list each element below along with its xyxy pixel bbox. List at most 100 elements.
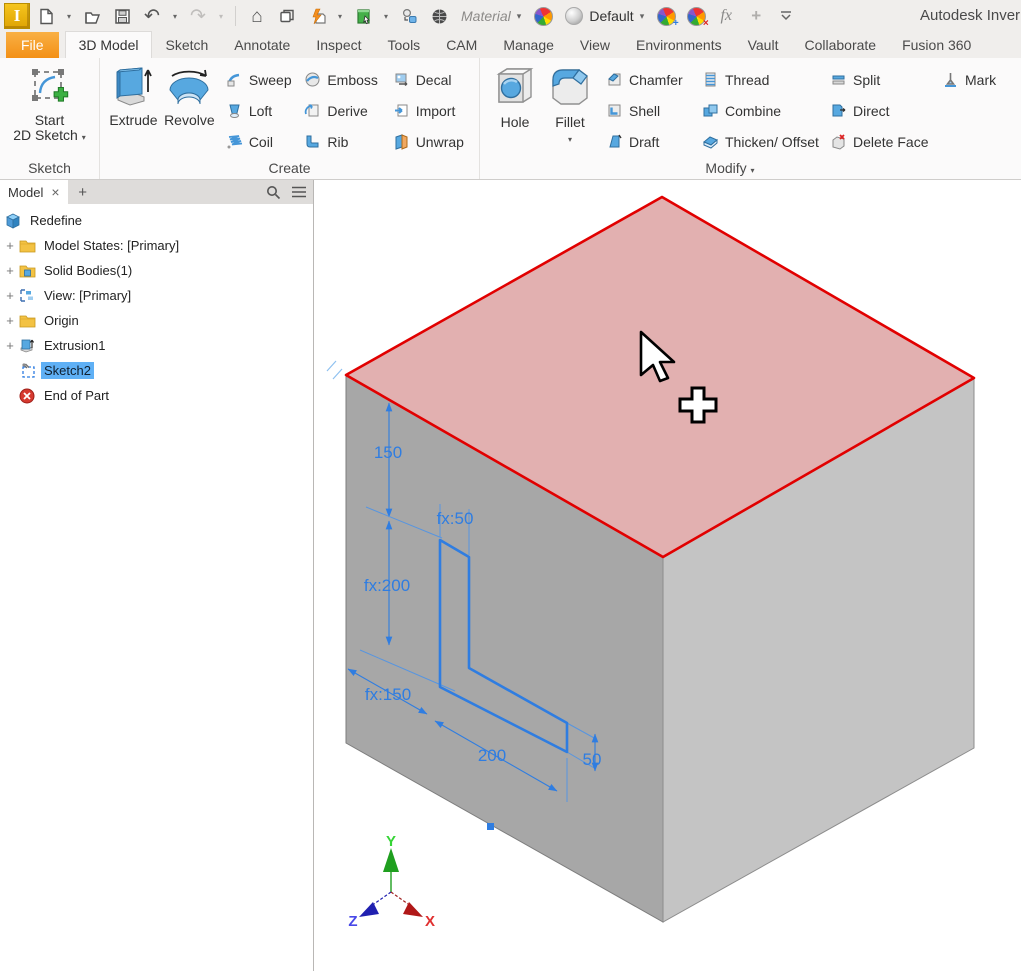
update-icon[interactable] [349, 3, 377, 29]
tab-3d-model[interactable]: 3D Model [65, 31, 153, 58]
windows-pages-icon[interactable] [273, 3, 301, 29]
extrude-button[interactable]: Extrude [106, 58, 161, 157]
fillet-button[interactable]: Fillet ▾ [542, 58, 598, 157]
direct-button[interactable]: Direct [830, 95, 942, 126]
dim-label-fx200[interactable]: fx:200 [364, 576, 410, 595]
loft-button[interactable]: Loft [226, 95, 301, 126]
lightning-caret-icon[interactable]: ▾ [333, 3, 347, 29]
dim-label-200[interactable]: 200 [478, 746, 506, 765]
tab-manage[interactable]: Manage [490, 32, 567, 58]
associate-icon[interactable] [395, 3, 423, 29]
dim-label-fx150[interactable]: fx:150 [365, 685, 411, 704]
expand-plus-icon[interactable]: + [2, 338, 18, 353]
tree-item-label: Solid Bodies(1) [41, 262, 135, 279]
browser-menu-icon[interactable] [291, 186, 307, 198]
tree-item-view-primary[interactable]: + View: [Primary] [0, 283, 313, 308]
new-file-caret-icon[interactable]: ▾ [62, 3, 76, 29]
appearance-dropdown[interactable]: Default ▾ [559, 3, 650, 29]
expand-plus-icon[interactable]: + [2, 288, 18, 303]
rib-button[interactable]: Rib [304, 126, 388, 157]
browser-search-icon[interactable] [266, 185, 281, 200]
tab-inspect[interactable]: Inspect [303, 32, 374, 58]
tab-sketch[interactable]: Sketch [152, 32, 221, 58]
tab-tools[interactable]: Tools [375, 32, 434, 58]
browser-tab-model[interactable]: Model × [0, 180, 68, 204]
emboss-button[interactable]: Emboss [304, 64, 388, 95]
expand-plus-icon[interactable]: + [2, 238, 18, 253]
tree-item-end-of-part[interactable]: End of Part [0, 383, 313, 408]
derive-label: Derive [327, 103, 367, 119]
browser-add-tab-icon[interactable]: + [68, 184, 98, 201]
tab-file[interactable]: File [6, 32, 59, 58]
tree-item-sketch2[interactable]: Sketch2 [0, 358, 313, 383]
adjust-add-icon[interactable]: + [652, 3, 680, 29]
appearance-value: Default [589, 8, 633, 24]
tab-annotate[interactable]: Annotate [221, 32, 303, 58]
viewport-3d[interactable]: 150 fx:200 fx:150 200 50 fx:50 [314, 180, 1021, 971]
undo-caret-icon[interactable]: ▾ [168, 3, 182, 29]
combine-button[interactable]: Combine [702, 95, 830, 126]
parameters-fx-icon[interactable]: fx [712, 3, 740, 29]
tab-environments[interactable]: Environments [623, 32, 735, 58]
tree-item-model-states[interactable]: + Model States: [Primary] [0, 233, 313, 258]
new-file-icon[interactable] [32, 3, 60, 29]
tab-view[interactable]: View [567, 32, 623, 58]
customize-toolbar-icon[interactable] [772, 3, 800, 29]
tree-item-label: Model States: [Primary] [41, 237, 182, 254]
draft-button[interactable]: Draft [606, 126, 702, 157]
thread-button[interactable]: Thread [702, 64, 830, 95]
home-icon[interactable]: ⌂ [243, 3, 271, 29]
inventor-logo[interactable]: I [4, 3, 30, 29]
material-dropdown[interactable]: Material ▾ [455, 3, 527, 29]
browser-tab-label: Model [8, 185, 43, 200]
tree-item-redefine[interactable]: Redefine [0, 208, 313, 233]
unwrap-button[interactable]: Unwrap [393, 126, 479, 157]
tree-item-solid-bodies[interactable]: + Solid Bodies(1) [0, 258, 313, 283]
sweep-label: Sweep [249, 72, 292, 88]
open-icon[interactable] [78, 3, 106, 29]
color-wheel-icon[interactable] [529, 3, 557, 29]
shell-button[interactable]: Shell [606, 95, 702, 126]
chamfer-button[interactable]: Chamfer [606, 64, 702, 95]
browser-tab-close-icon[interactable]: × [51, 184, 59, 200]
mark-button[interactable]: Mark [942, 64, 1012, 95]
expand-plus-icon[interactable]: + [2, 313, 18, 328]
split-button[interactable]: Split [830, 64, 942, 95]
tab-collaborate[interactable]: Collaborate [791, 32, 889, 58]
render-sphere-icon[interactable] [425, 3, 453, 29]
panel-modify-label[interactable]: Modify ▾ [670, 160, 790, 176]
dim-label-fx50[interactable]: fx:50 [437, 509, 474, 528]
delete-face-icon [830, 133, 847, 150]
delete-face-button[interactable]: Delete Face [830, 126, 942, 157]
redo-icon[interactable]: ↷ [184, 3, 212, 29]
derive-button[interactable]: Derive [304, 95, 388, 126]
save-icon[interactable] [108, 3, 136, 29]
lightning-bolt-icon[interactable] [303, 3, 331, 29]
dim-label-50[interactable]: 50 [583, 750, 602, 769]
vertex-tick-marks [327, 361, 342, 379]
add-command-icon[interactable]: + [742, 3, 770, 29]
sketch-point[interactable] [487, 823, 494, 830]
expand-plus-icon[interactable]: + [2, 263, 18, 278]
adjust-clear-icon[interactable]: × [682, 3, 710, 29]
tree-item-origin[interactable]: + Origin [0, 308, 313, 333]
hole-button[interactable]: Hole [488, 58, 542, 157]
tab-fusion-360[interactable]: Fusion 360 [889, 32, 984, 58]
decal-button[interactable]: Decal [393, 64, 479, 95]
derive-icon [304, 102, 321, 119]
tab-vault[interactable]: Vault [735, 32, 792, 58]
tree-item-extrusion1[interactable]: + Extrusion1 [0, 333, 313, 358]
tab-cam[interactable]: CAM [433, 32, 490, 58]
import-button[interactable]: Import [393, 95, 479, 126]
dim-label-150[interactable]: 150 [374, 443, 402, 462]
unwrap-icon [393, 133, 410, 150]
undo-icon[interactable]: ↶ [138, 3, 166, 29]
start-2d-sketch-button[interactable]: Start 2D Sketch ▾ [4, 58, 96, 143]
revolve-button[interactable]: Revolve [161, 58, 218, 157]
coil-button[interactable]: Coil [226, 126, 301, 157]
update-caret-icon[interactable]: ▾ [379, 3, 393, 29]
sweep-button[interactable]: Sweep [226, 64, 301, 95]
thicken-offset-button[interactable]: Thicken/ Offset [702, 126, 830, 157]
chamfer-icon [606, 71, 623, 88]
redo-caret-icon[interactable]: ▾ [214, 3, 228, 29]
